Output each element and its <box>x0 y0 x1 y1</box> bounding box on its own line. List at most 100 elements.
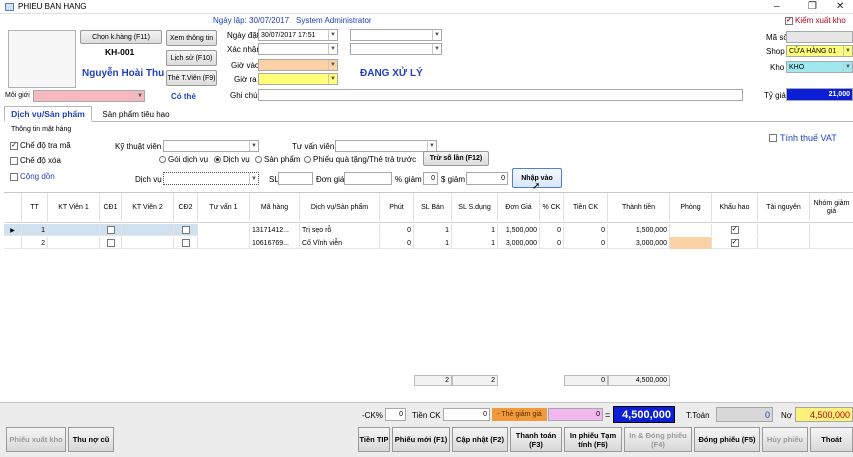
col-phut[interactable]: Phút <box>380 193 414 223</box>
chevron-down-icon[interactable]: ▼ <box>328 30 337 40</box>
col-cd1[interactable]: CĐ1 <box>100 193 122 223</box>
col-tt[interactable]: TT <box>22 193 48 223</box>
kiem-xuat-kho[interactable]: ✓ Kiểm xuất kho <box>785 16 846 25</box>
cell-pct-ck[interactable]: 0 <box>540 224 564 236</box>
cell-cd2[interactable] <box>174 224 198 236</box>
view-info-button[interactable]: Xem thông tin <box>166 30 217 46</box>
cd1-checkbox[interactable] <box>106 226 115 234</box>
usd-giam-input[interactable]: 0 <box>466 172 508 185</box>
cong-don-checkbox[interactable] <box>10 172 18 181</box>
cell-don-gia[interactable]: 3,000,000 <box>498 237 540 249</box>
che-do-tra-ma[interactable]: ✓ Chế độ tra mã <box>10 141 71 150</box>
huy-phieu-button[interactable]: Hủy phiếu <box>762 427 808 452</box>
cd2-checkbox[interactable] <box>181 239 190 247</box>
col-kt-vien-2[interactable]: KT Viên 2 <box>122 193 174 223</box>
radio-dich-vu[interactable]: Dịch vụ <box>214 155 250 164</box>
thanh-toan-button[interactable]: Thanh toán (F3) <box>510 427 562 452</box>
date-picker[interactable]: 30/07/2017 17:51 ▼ <box>258 29 338 41</box>
col-kt-vien-1[interactable]: KT Viên 1 <box>48 193 100 223</box>
cell-phong[interactable] <box>670 237 712 249</box>
col-phong[interactable]: Phòng <box>670 193 712 223</box>
dong-phieu-button[interactable]: Đóng phiếu (F5) <box>694 427 760 452</box>
cell-tu-van-1[interactable] <box>198 224 250 236</box>
cell-kt-vien-2[interactable] <box>122 224 174 236</box>
col-tai-nguyen[interactable]: Tài nguyên <box>758 193 810 223</box>
no-field[interactable]: 4,500,000 <box>795 407 853 422</box>
chevron-down-icon[interactable]: ▼ <box>328 74 337 84</box>
ktv-dropdown[interactable]: ▼ <box>163 140 259 152</box>
t-toan-field[interactable]: 0 <box>716 407 773 422</box>
col-sl-ban[interactable]: SL Bán <box>414 193 452 223</box>
phieu-moi-button[interactable]: Phiếu mới (F1) <box>392 427 450 452</box>
cell-thanh-tien[interactable]: 3,000,000 <box>608 237 670 249</box>
tru-so-lan-button[interactable]: Trừ số lần (F12) <box>423 151 489 166</box>
cell-phut[interactable]: 0 <box>380 237 414 249</box>
customer-photo[interactable] <box>8 30 76 88</box>
cell-tai-nguyen[interactable] <box>758 224 810 236</box>
shop-dropdown[interactable]: CỬA HÀNG 01 ▼ <box>786 45 853 57</box>
chevron-down-icon[interactable]: ▼ <box>427 141 436 151</box>
kiem-xuat-kho-checkbox[interactable]: ✓ <box>785 16 793 25</box>
cell-don-gia[interactable]: 1,500,000 <box>498 224 540 236</box>
confirm-dropdown[interactable]: ▼ <box>258 43 338 55</box>
chevron-down-icon[interactable]: ▼ <box>249 173 258 184</box>
tien-ck-input[interactable]: 0 <box>443 408 490 421</box>
chevron-down-icon[interactable]: ▼ <box>843 46 852 56</box>
col-don-gia[interactable]: Đơn Giá <box>498 193 540 223</box>
tinh-thue-vat[interactable]: Tính thuế VAT <box>769 133 837 143</box>
cell-ma-hang[interactable]: 13171412... <box>250 224 300 236</box>
cell-ten[interactable]: Trị sẹo rỗ <box>300 224 380 236</box>
cell-cd1[interactable] <box>100 237 122 249</box>
tinh-thue-vat-checkbox[interactable] <box>769 134 777 142</box>
cell-pct-ck[interactable]: 0 <box>540 237 564 249</box>
minimize-icon[interactable]: – <box>774 1 780 12</box>
cell-cd1[interactable] <box>100 224 122 236</box>
radio-goi-dich-vu-dot[interactable] <box>159 156 166 163</box>
cell-phut[interactable]: 0 <box>380 224 414 236</box>
time-in-field[interactable]: ▼ <box>258 59 338 71</box>
chevron-down-icon[interactable]: ▼ <box>432 30 441 40</box>
cell-tt[interactable]: 1 <box>22 224 48 236</box>
chevron-down-icon[interactable]: ▼ <box>328 60 337 70</box>
che-do-tra-ma-checkbox[interactable]: ✓ <box>10 141 18 150</box>
thoat-button[interactable]: Thoát <box>810 427 853 452</box>
the-giam-gia-input[interactable]: 0 <box>548 408 603 421</box>
thu-no-cu-button[interactable]: Thu nợ cũ <box>68 427 114 452</box>
cd2-checkbox[interactable] <box>181 226 190 234</box>
in-dong-phieu-button[interactable]: In & Đóng phiếu (F4) <box>624 427 692 452</box>
rate-field[interactable]: 21,000 <box>786 88 853 101</box>
tien-tip-button[interactable]: Tiền TIP <box>358 427 390 452</box>
in-phieu-tam-tinh-button[interactable]: In phiếu Tạm tính (F6) <box>564 427 622 452</box>
cell-khau-hao[interactable]: ✓ <box>712 224 758 236</box>
radio-san-pham[interactable]: Sản phẩm <box>255 155 300 164</box>
col-khau-hao[interactable]: Khấu hao <box>712 193 758 223</box>
khau-hao-checkbox[interactable]: ✓ <box>730 226 739 234</box>
tab-dich-vu-san-pham[interactable]: Dịch vụ/Sản phẩm <box>4 106 92 122</box>
chevron-down-icon[interactable]: ▼ <box>843 62 852 72</box>
cong-don[interactable]: Cộng dồn <box>10 172 55 181</box>
cell-ma-hang[interactable]: 10616769... <box>250 237 300 249</box>
referrer-dropdown[interactable]: ▼ <box>33 90 145 102</box>
radio-goi-dich-vu[interactable]: Gói dịch vụ <box>159 155 208 164</box>
col-pct-ck[interactable]: % CK <box>540 193 564 223</box>
time-out-field[interactable]: ▼ <box>258 73 338 85</box>
col-nhom-giam-gia[interactable]: Nhóm giảm giá <box>810 193 853 223</box>
cell-phong[interactable] <box>670 224 712 236</box>
pct-giam-input[interactable]: 0 <box>423 172 438 185</box>
chevron-down-icon[interactable]: ▼ <box>135 91 144 101</box>
ck-pct-input[interactable]: 0 <box>385 408 406 421</box>
cell-kt-vien-2[interactable] <box>122 237 174 249</box>
cell-tt[interactable]: 2 <box>22 237 48 249</box>
cell-thanh-tien[interactable]: 1,500,000 <box>608 224 670 236</box>
cell-tu-van-1[interactable] <box>198 237 250 249</box>
cell-kt-vien-1[interactable] <box>48 224 100 236</box>
col-ma-hang[interactable]: Mã hàng <box>250 193 300 223</box>
radio-dich-vu-dot[interactable] <box>214 156 221 163</box>
khau-hao-checkbox[interactable]: ✓ <box>730 239 739 247</box>
cap-nhat-button[interactable]: Cập nhật (F2) <box>452 427 508 452</box>
cell-cd2[interactable] <box>174 237 198 249</box>
cell-sl-ban[interactable]: 1 <box>414 237 452 249</box>
sl-input[interactable] <box>278 172 313 185</box>
col-cd2[interactable]: CĐ2 <box>174 193 198 223</box>
cell-khau-hao[interactable]: ✓ <box>712 237 758 249</box>
